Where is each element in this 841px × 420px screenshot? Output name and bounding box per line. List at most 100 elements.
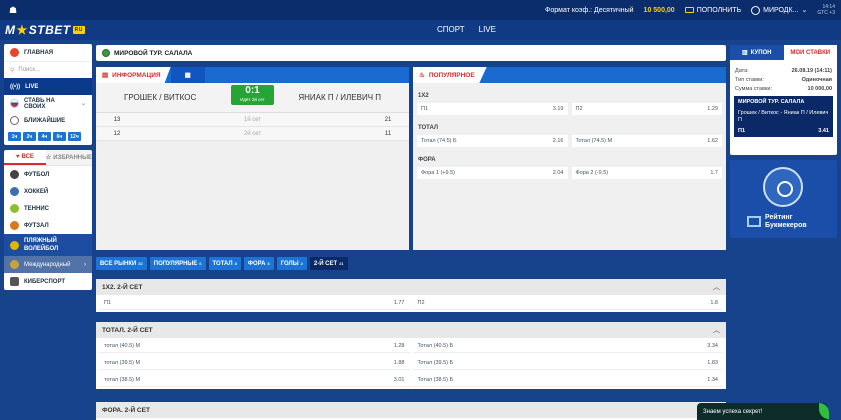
top-bar-right: Формат коэф.: Десятичный 10 500,00 ПОПОЛ… — [545, 4, 841, 16]
sidebar-item-own-bet[interactable]: СТАВЬ НА СВОИХ ⌄ — [4, 95, 92, 112]
tab-stats[interactable]: ▦ — [170, 67, 205, 83]
tab-label: ВСЕ РЫНКИ — [100, 260, 137, 267]
tab-popular[interactable]: ♨ ПОПУЛЯРНОЕ — [413, 67, 487, 83]
rating-banner[interactable]: Рейтинг Букмекеров — [730, 160, 837, 238]
tab-my-bets[interactable]: МОИ СТАВКИ — [783, 45, 837, 60]
rating-logo-icon — [747, 216, 761, 227]
tab-label: 2-Й СЕТ — [313, 260, 338, 267]
sidebar-item-international[interactable]: Международный › — [4, 256, 92, 273]
value: 10 000,00 — [807, 85, 832, 92]
sidebar-item-label: ФУТЗАЛ — [24, 222, 49, 229]
volleyball-icon — [102, 49, 110, 57]
odd-button[interactable]: П1 1.77 — [99, 297, 410, 310]
odd-button[interactable]: Фора 2 (-9.5) 1.7 — [571, 167, 722, 179]
nav-sport[interactable]: СПОРТ — [437, 25, 465, 34]
sidebar-item-beach-volleyball[interactable]: ПЛЯЖНЫЙ ВОЛЕЙБОЛ — [4, 234, 92, 256]
tab-all[interactable]: ♥ ВСЕ — [4, 150, 46, 165]
info-tabbar: ▤ ИНФОРМАЦИЯ ▦ — [96, 67, 409, 83]
filter-6h[interactable]: 6ч — [53, 132, 66, 141]
set-score-right: 11 — [384, 130, 392, 137]
rating-text-line1: Рейтинг — [765, 214, 793, 221]
odd-name: Тотал (74.5) Б — [421, 138, 457, 144]
filter-12h[interactable]: 12ч — [68, 132, 81, 141]
market-header[interactable]: 1Х2. 2-Й СЕТ ︿ — [96, 279, 726, 295]
tab-total[interactable]: ТОТАЛ 8 — [208, 257, 241, 270]
market-header[interactable]: ФОРА. 2-Й СЕТ — [96, 402, 726, 418]
odd-button[interactable]: Тотал (39.5) Б 1.83 — [412, 357, 723, 370]
tab-popular-markets[interactable]: ПОПУЛЯРНЫЕ 6 — [149, 257, 206, 270]
chat-leaf-icon — [819, 403, 829, 419]
tab-goals[interactable]: ГОЛЫ 2 — [276, 257, 307, 270]
odd-button[interactable]: П2 1.29 — [571, 103, 722, 115]
odd-name: Тотал (38.5) Б — [417, 377, 454, 383]
wallet-icon — [684, 7, 694, 13]
odd-button[interactable]: П1 3.19 — [417, 103, 568, 115]
tab-coupon[interactable]: ▥ КУПОН — [730, 45, 784, 60]
odds-row: Фора 1 (+9.5) 2.04 Фора 2 (-9.5) 1.7 — [413, 167, 726, 179]
sidebar-item-label: LIVE — [25, 83, 39, 90]
sidebar-item-esport[interactable]: КИБЕРСПОРТ — [4, 273, 92, 290]
odd-button[interactable]: Тотал (74.5) Б 2.16 — [417, 135, 568, 147]
sidebar-item-football[interactable]: ФУТБОЛ — [4, 166, 92, 183]
tab-handicap[interactable]: ФОРА 6 — [243, 257, 274, 270]
tab-second-set[interactable]: 2-Й СЕТ 21 — [309, 257, 348, 270]
tab-favorites[interactable]: ☆ ИЗБРАННЫЕ — [45, 150, 92, 165]
odd-button[interactable]: Тотал (74.5) М 1.62 — [571, 135, 722, 147]
sidebar-top-block: ГЛАВНАЯ ⚲ Поиск... ((•)) LIVE СТАВЬ НА С… — [4, 44, 92, 145]
filter-2h[interactable]: 2ч — [23, 132, 36, 141]
bet-odd: 3.41 — [818, 128, 829, 134]
odd-name: П1 — [421, 106, 429, 112]
odd-button[interactable]: Фора 1 (+9.5) 2.04 — [417, 167, 568, 179]
odd-button[interactable]: тотал (40.5) М 1.28 — [99, 340, 410, 353]
odd-value: 1.88 — [393, 360, 405, 366]
odd-value: 1.28 — [393, 343, 405, 349]
chevron-up-icon[interactable]: ︿ — [713, 325, 720, 335]
sidebar-item-nearest[interactable]: БЛИЖАЙШИЕ — [4, 112, 92, 129]
sidebar-item-tennis[interactable]: ТЕННИС — [4, 200, 92, 217]
odd-button[interactable]: Тотал (40.5) Б 3.34 — [412, 340, 723, 353]
odd-button[interactable]: Тотал (38.5) Б 1.34 — [412, 374, 723, 387]
tab-count: 6 — [267, 261, 270, 266]
odds-format-selector[interactable]: Формат коэф.: Десятичный — [545, 7, 634, 14]
sidebar-item-futsal[interactable]: ФУТЗАЛ — [4, 217, 92, 234]
tab-label: ГОЛЫ — [280, 260, 299, 267]
odd-value: 1.29 — [707, 106, 718, 112]
market-title: ФОРА. 2-Й СЕТ — [102, 406, 150, 414]
filter-4h[interactable]: 4ч — [38, 132, 51, 141]
main-header: M ★ STBET RU СПОРТ LIVE — [0, 20, 841, 40]
tab-info[interactable]: ▤ ИНФОРМАЦИЯ — [96, 67, 171, 83]
search-input[interactable]: ⚲ Поиск... — [4, 61, 92, 78]
odd-button[interactable]: тотал (39.5) М 1.88 — [99, 357, 410, 370]
logo[interactable]: M ★ STBET RU — [5, 23, 85, 37]
odd-value: 1.8 — [710, 300, 718, 306]
odd-button[interactable]: П2 1.8 — [412, 297, 723, 310]
market-header[interactable]: ТОТАЛ. 2-Й СЕТ ︿ — [96, 322, 726, 338]
sidebar-item-label: СТАВЬ НА СВОИХ — [24, 97, 55, 110]
odd-button[interactable]: тотал (38.5) М 3.01 — [99, 374, 410, 387]
odd-name: П2 — [417, 300, 425, 306]
market-row: П1 1.77 П2 1.8 — [96, 295, 726, 312]
tab-label: ПОПУЛЯРНОЕ — [428, 71, 475, 79]
odd-name: тотал (39.5) М — [104, 360, 141, 366]
market-handicap-set2: ФОРА. 2-Й СЕТ — [96, 402, 726, 420]
filter-1h[interactable]: 1ч — [8, 132, 21, 141]
bet-type: Тип ставки: Одиночная — [730, 75, 837, 84]
search-icon: ⚲ — [10, 67, 15, 74]
chat-widget[interactable]: Знаем успеха секрет! — [697, 403, 829, 420]
android-icon[interactable]: ☗ — [9, 5, 17, 16]
live-icon: ((•)) — [10, 83, 21, 90]
deposit-button[interactable]: ПОПОЛНИТЬ — [684, 7, 741, 14]
chevron-up-icon[interactable]: ︿ — [713, 282, 720, 292]
sidebar-item-hockey[interactable]: ХОККЕЙ — [4, 183, 92, 200]
russia-flag-icon — [10, 99, 19, 108]
nav-live[interactable]: LIVE — [479, 25, 496, 34]
odd-name: Тотал (74.5) М — [575, 138, 613, 144]
bet-outcome-row: П1 3.41 — [738, 128, 829, 134]
odd-value: 3.01 — [393, 377, 405, 383]
balance: 10 500,00 — [643, 6, 675, 14]
sidebar-item-home[interactable]: ГЛАВНАЯ — [4, 44, 92, 61]
tab-all-markets[interactable]: ВСЕ РЫНКИ 32 — [96, 257, 147, 270]
sidebar-item-live[interactable]: ((•)) LIVE — [4, 78, 92, 95]
set-score-right: 21 — [384, 116, 392, 123]
user-menu[interactable]: МИРОДК... ⌄ — [751, 5, 807, 15]
